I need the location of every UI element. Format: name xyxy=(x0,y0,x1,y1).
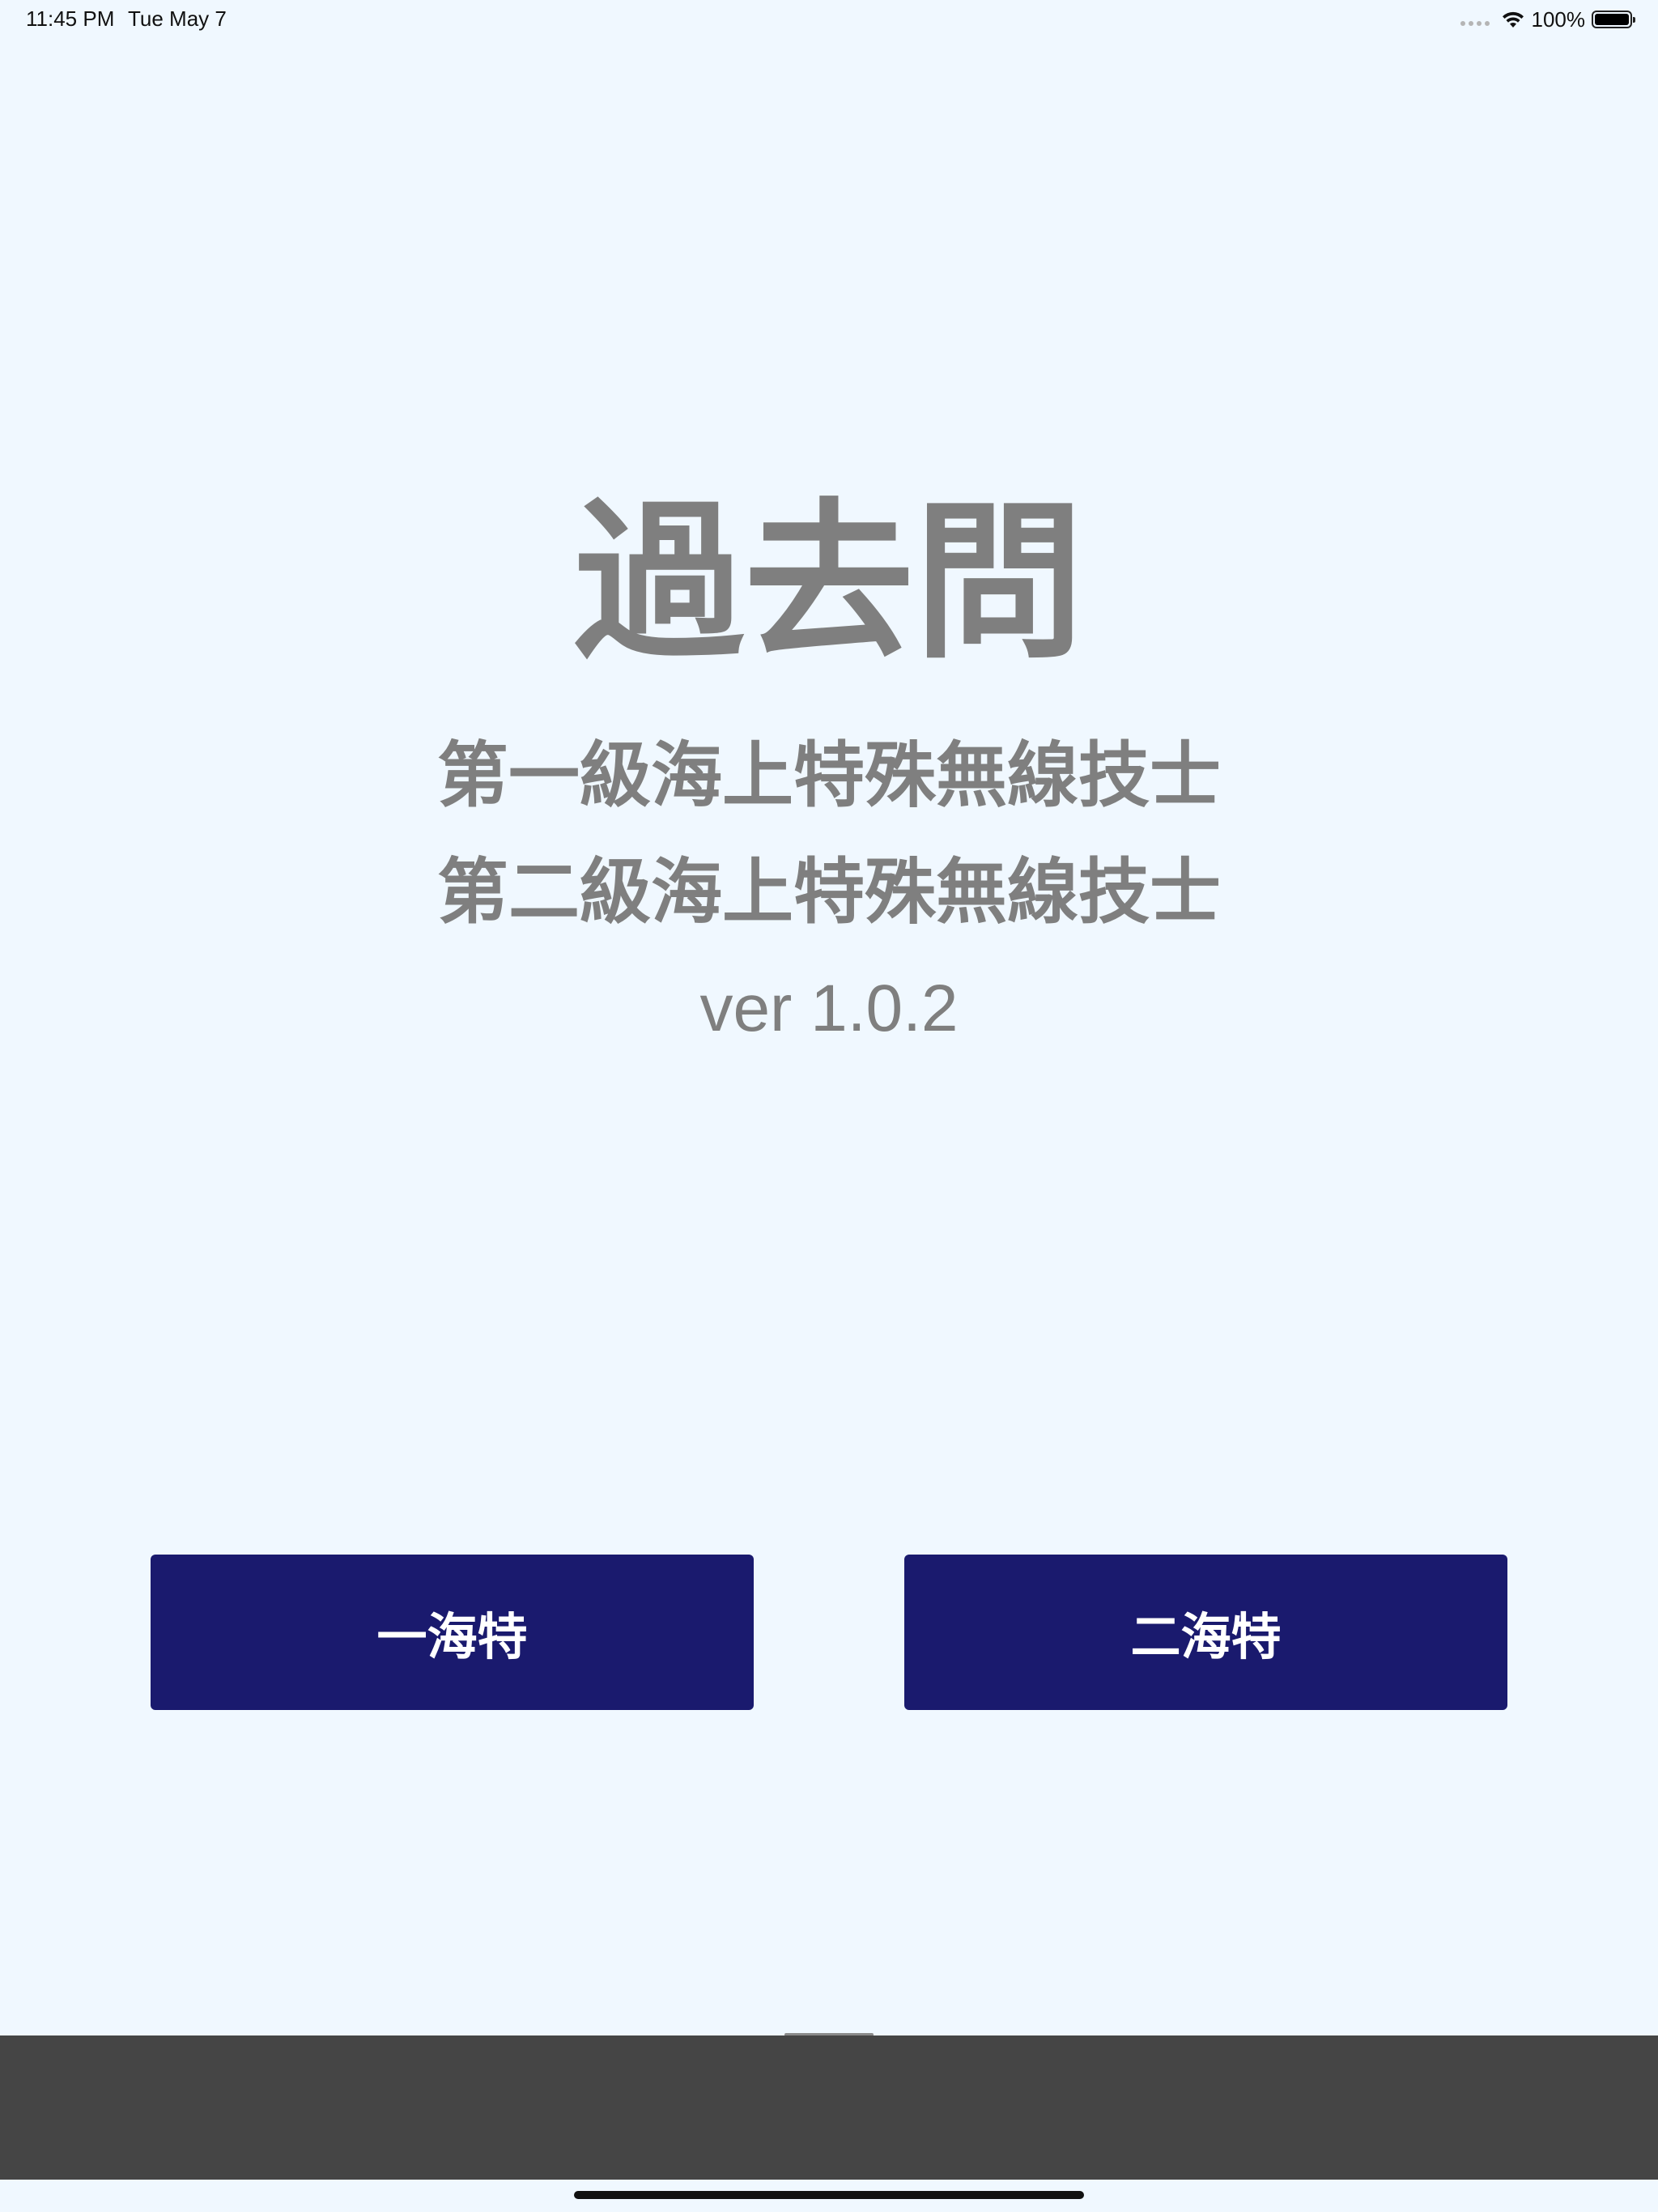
status-time: 11:45 PM xyxy=(26,6,115,31)
status-indicators: 100% xyxy=(1460,6,1635,32)
bottom-panel xyxy=(0,2035,1658,2180)
page-title: 過去問 xyxy=(573,483,1084,682)
cellular-signal-icon xyxy=(1460,21,1490,26)
second-grade-exam-button[interactable]: 二海特 xyxy=(904,1555,1507,1710)
status-date: Tue May 7 xyxy=(128,6,227,31)
wifi-icon xyxy=(1502,11,1524,28)
version-label: ver 1.0.2 xyxy=(699,972,959,1045)
first-grade-exam-button-label: 一海特 xyxy=(376,1607,528,1666)
status-bar: 11:45 PM Tue May 7 100% xyxy=(0,0,1658,39)
battery-percentage: 100% xyxy=(1531,6,1586,32)
subtitle-second-grade: 第二級海上特殊無線技士 xyxy=(436,850,1221,934)
home-indicator[interactable] xyxy=(574,2191,1084,2199)
second-grade-exam-button-label: 二海特 xyxy=(1130,1607,1282,1666)
subtitle-first-grade: 第一級海上特殊無線技士 xyxy=(436,734,1221,817)
battery-icon xyxy=(1592,11,1635,28)
first-grade-exam-button[interactable]: 一海特 xyxy=(151,1555,754,1710)
